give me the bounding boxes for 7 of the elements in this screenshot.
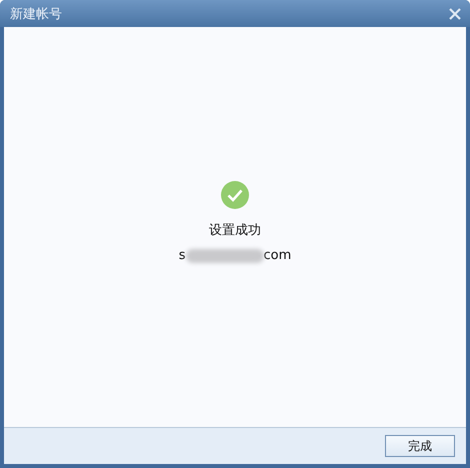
success-message: 设置成功 <box>209 222 261 239</box>
finish-button[interactable]: 完成 <box>385 435 455 457</box>
close-icon[interactable] <box>448 6 462 20</box>
account-text: s <box>178 248 186 263</box>
account-text: com <box>264 248 292 263</box>
success-check-icon <box>221 181 249 209</box>
window-title: 新建帐号 <box>10 6 62 22</box>
